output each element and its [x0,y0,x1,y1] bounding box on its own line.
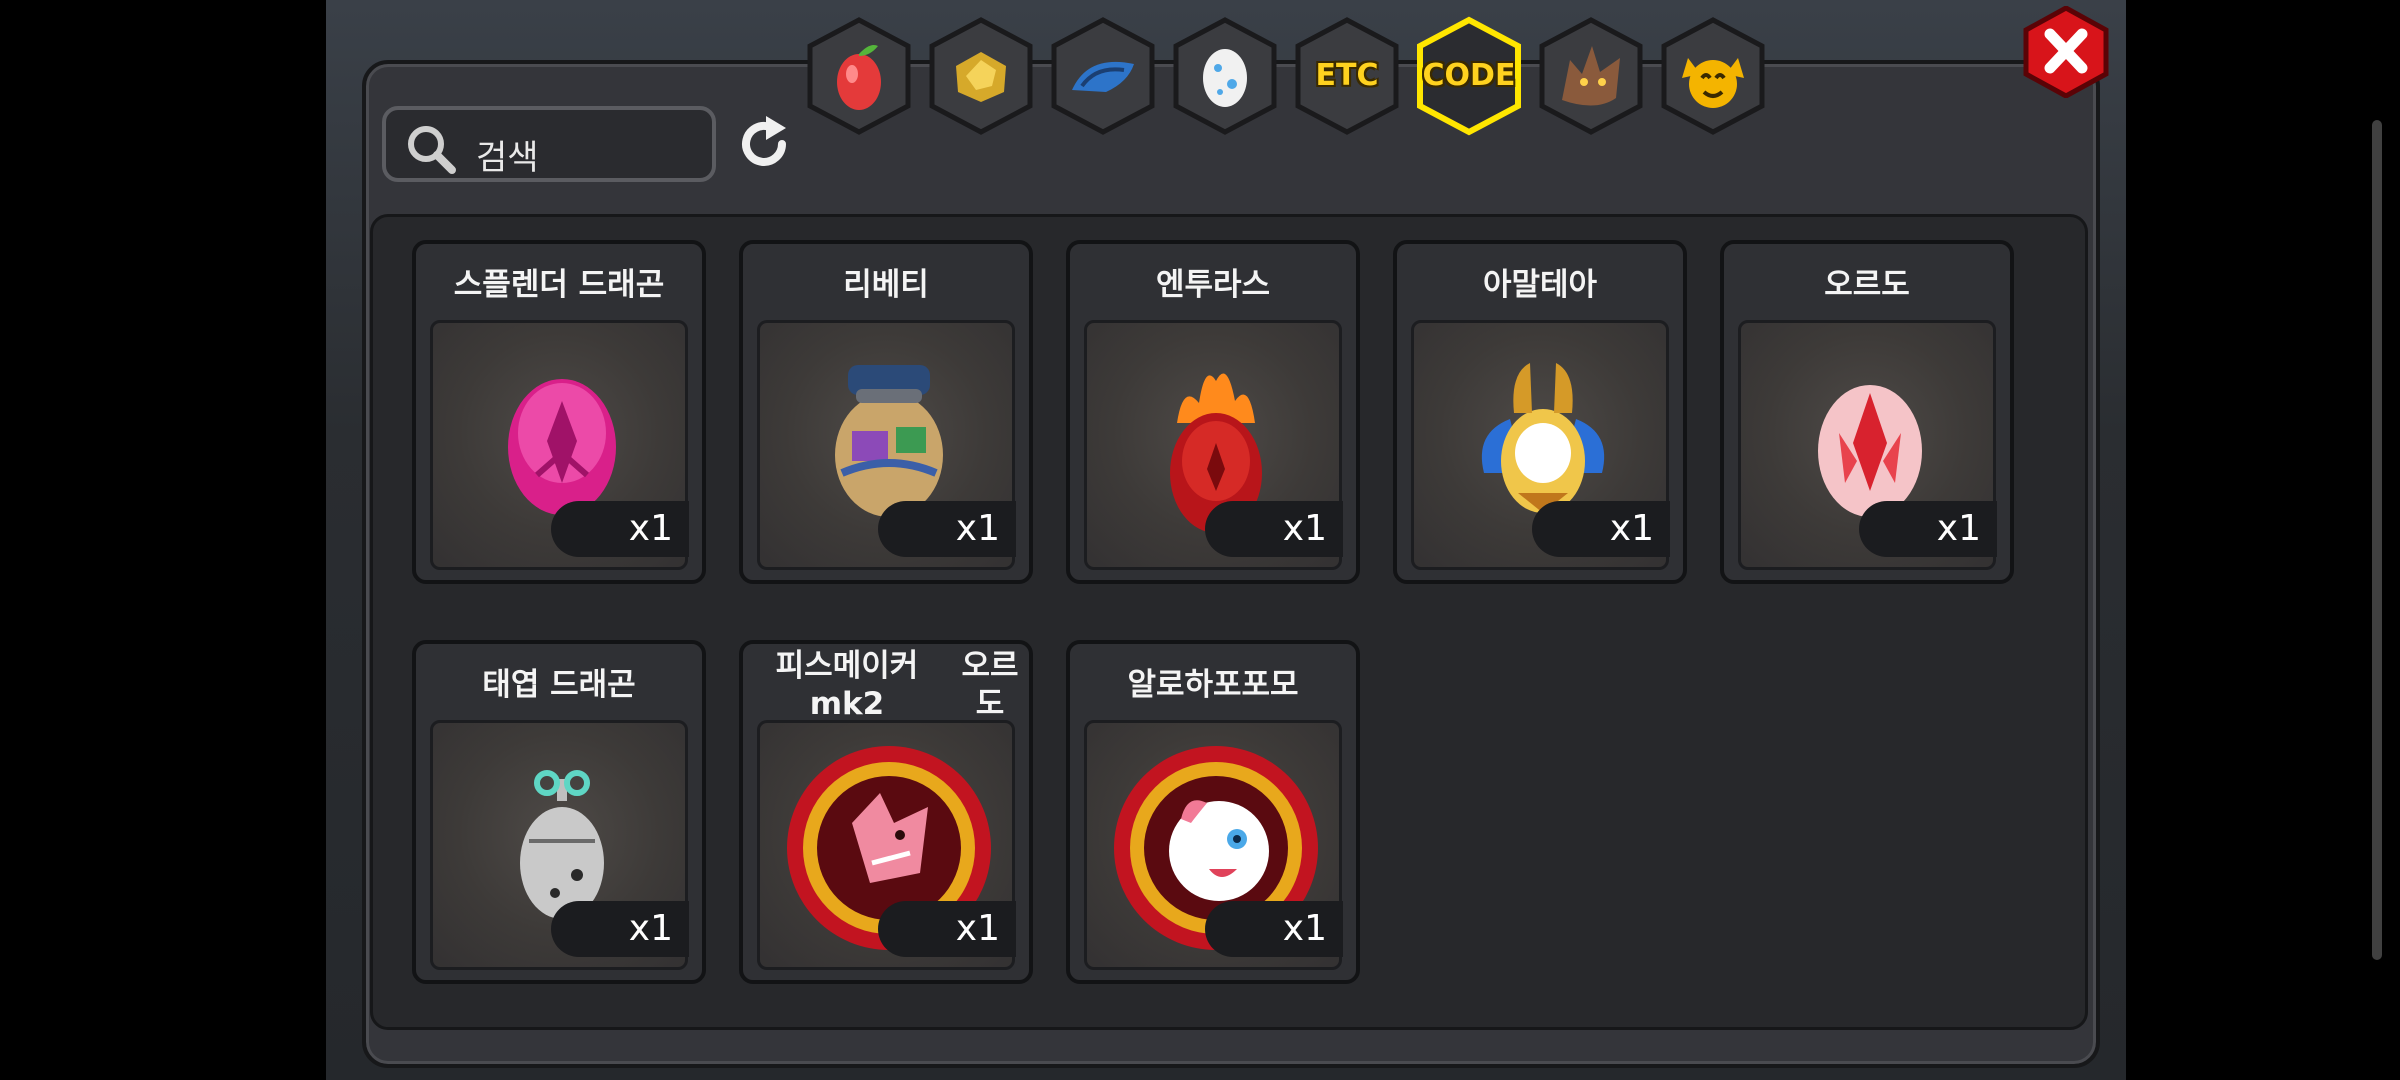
item-quantity: x1 [878,901,1016,957]
item-quantity: x1 [1205,501,1343,557]
search-input[interactable]: 검색 [382,106,716,182]
scrollbar[interactable] [2372,120,2382,960]
refresh-icon[interactable] [732,112,796,176]
item-quantity: x1 [1859,501,1997,557]
item-card[interactable]: 피스메이커 mk2 오르도 x1 [739,640,1033,984]
dragon-head-icon [1539,17,1643,135]
item-name-line1: 알로하 [1127,667,1213,703]
tab-dragon[interactable] [1536,16,1646,136]
item-frame: x1 [757,720,1016,970]
item-quantity: x1 [1205,901,1343,957]
item-name-line1: 피스메이커 mk2 [775,648,919,722]
item-name: 알로하 포포모 [1070,650,1356,720]
item-name: 오르도 [1824,267,1910,303]
item-frame: x1 [1738,320,1997,570]
egg-icon [1173,17,1277,135]
tab-scale[interactable] [1048,16,1158,136]
item-quantity: x1 [878,501,1016,557]
item-name: 태엽 드래곤 [482,667,636,703]
item-name-line2: 오르도 [961,648,1019,722]
item-card[interactable]: 스플렌더 드래곤 x1 [412,240,706,584]
item-name: 피스메이커 mk2 오르도 [743,648,1029,722]
pet-face-icon [1661,17,1765,135]
tab-gold[interactable] [926,16,1036,136]
item-frame: x1 [1084,320,1343,570]
item-frame: x1 [430,320,689,570]
item-card[interactable]: 알로하 포포모 x1 [1066,640,1360,984]
tab-etc[interactable]: ETC [1292,16,1402,136]
item-quantity: x1 [1532,501,1670,557]
tab-egg[interactable] [1170,16,1280,136]
item-quantity: x1 [551,901,689,957]
item-card[interactable]: 리베티 x1 [739,240,1033,584]
item-card[interactable]: 아말테아 x1 [1393,240,1687,584]
search-placeholder: 검색 [476,138,539,178]
item-card[interactable]: 엔투라스 x1 [1066,240,1360,584]
tab-fruit[interactable] [804,16,914,136]
gold-nugget-icon [929,17,1033,135]
item-quantity: x1 [551,501,689,557]
close-button[interactable] [2022,6,2110,98]
item-name: 아말테아 [1482,267,1598,303]
item-card[interactable]: 오르도 x1 [1720,240,2014,584]
item-card[interactable]: 태엽 드래곤 x1 [412,640,706,984]
item-frame: x1 [430,720,689,970]
fruit-icon [807,17,911,135]
item-frame: x1 [1411,320,1670,570]
tab-label: ETC [1315,58,1379,93]
item-name: 엔투라스 [1155,267,1271,303]
item-name: 스플렌더 드래곤 [453,267,665,303]
item-frame: x1 [1084,720,1343,970]
dragon-scale-icon [1051,17,1155,135]
item-name-line2: 포포모 [1213,667,1299,703]
item-frame: x1 [757,320,1016,570]
item-name: 리베티 [843,267,929,303]
tab-code[interactable]: CODE [1414,16,1524,136]
tab-pet[interactable] [1658,16,1768,136]
tab-label: CODE [1422,58,1516,93]
search-icon [408,126,456,174]
